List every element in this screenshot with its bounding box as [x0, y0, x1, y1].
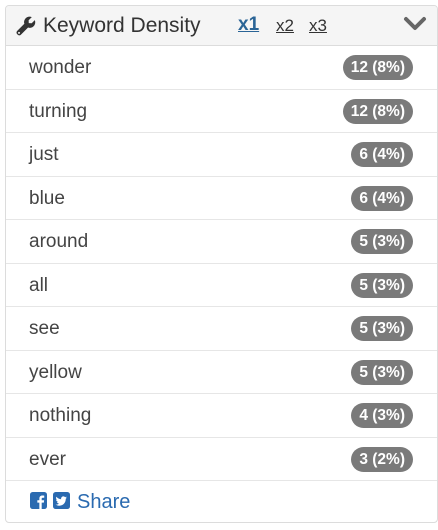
keyword-count-badge: 3 (2%) — [351, 446, 413, 472]
keyword-row: turning 12 (8%) — [6, 90, 437, 133]
facebook-icon[interactable] — [30, 492, 47, 509]
keyword-word: see — [29, 318, 60, 339]
tab-x3[interactable]: x3 — [309, 15, 327, 37]
share-link[interactable]: Share — [77, 490, 130, 514]
keyword-row: ever 3 (2%) — [6, 438, 437, 481]
keyword-word: wonder — [29, 57, 92, 78]
keyword-count-badge: 6 (4%) — [351, 142, 413, 167]
chevron-down-icon[interactable] — [403, 15, 427, 33]
tab-x2[interactable]: x2 — [276, 15, 294, 37]
keyword-count-badge: 12 (8%) — [342, 98, 413, 124]
panel-header: Keyword Density x1 x2 x3 — [6, 6, 437, 46]
keyword-row: see 5 (3%) — [6, 307, 437, 351]
keyword-row: just 6 (4%) — [6, 133, 437, 177]
keyword-word: nothing — [29, 405, 92, 426]
keyword-word: blue — [29, 187, 65, 209]
keyword-row: around 5 (3%) — [6, 220, 437, 264]
wrench-icon — [16, 16, 36, 36]
keyword-count-badge: 5 (3%) — [351, 272, 413, 298]
keyword-word: yellow — [29, 361, 82, 383]
keyword-word: all — [29, 274, 49, 296]
keyword-density-panel: Keyword Density x1 x2 x3 wonder 12 (8%) … — [5, 5, 438, 523]
keyword-row: all 5 (3%) — [6, 264, 437, 307]
twitter-icon[interactable] — [53, 492, 70, 509]
keyword-row: nothing 4 (3%) — [6, 394, 437, 438]
keyword-count-badge: 5 (3%) — [351, 316, 413, 341]
share-footer: Share — [6, 481, 437, 522]
keyword-count-badge: 4 (3%) — [351, 403, 413, 428]
keyword-row: wonder 12 (8%) — [6, 46, 437, 90]
keyword-list: wonder 12 (8%) turning 12 (8%) just 6 (4… — [6, 46, 437, 481]
keyword-count-badge: 5 (3%) — [351, 359, 413, 385]
keyword-count-badge: 5 (3%) — [351, 229, 413, 254]
keyword-row: yellow 5 (3%) — [6, 351, 437, 394]
tab-x1[interactable]: x1 — [238, 14, 259, 36]
keyword-word: ever — [29, 448, 66, 470]
panel-title: Keyword Density — [43, 14, 201, 37]
keyword-row: blue 6 (4%) — [6, 177, 437, 220]
keyword-word: turning — [29, 100, 88, 122]
keyword-word: around — [29, 231, 89, 252]
keyword-count-badge: 12 (8%) — [342, 55, 413, 80]
keyword-count-badge: 6 (4%) — [351, 185, 413, 211]
keyword-word: just — [29, 144, 59, 165]
